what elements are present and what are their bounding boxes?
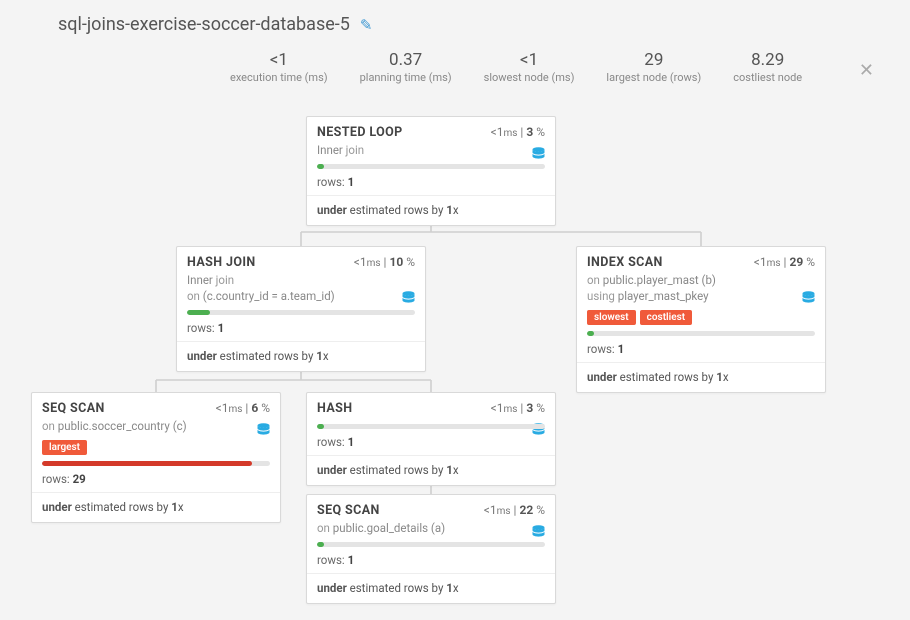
stat-label: planning time (ms)	[360, 71, 452, 84]
stat-value: 0.37	[360, 50, 452, 70]
database-icon	[532, 147, 545, 165]
summary-stats: <1 execution time (ms) 0.37 planning tim…	[230, 50, 802, 84]
plan-node-hash[interactable]: HASH <1ms | 3 % rows: 1 under estimated …	[306, 392, 556, 486]
database-icon	[257, 423, 270, 441]
badge-slowest: slowest	[587, 310, 636, 325]
node-detail: Inner join on (c.country_id = a.team_id)	[177, 270, 425, 310]
node-detail: on public.soccer_country (c)	[32, 416, 280, 440]
estimate-line: under estimated rows by 1x	[307, 574, 555, 603]
stat-plan-time: 0.37 planning time (ms)	[360, 50, 452, 84]
stat-label: costliest node	[733, 71, 802, 84]
node-detail: on public.player_mast (b) using player_m…	[577, 270, 825, 310]
estimate-line: under estimated rows by 1x	[577, 363, 825, 392]
estimate-line: under estimated rows by 1x	[307, 196, 555, 225]
node-timing: <1ms | 29 %	[754, 255, 815, 269]
rows-line: rows: 1	[307, 433, 555, 456]
stat-exec-time: <1 execution time (ms)	[230, 50, 328, 84]
plan-node-seq-scan-goal[interactable]: SEQ SCAN <1ms | 22 % on public.goal_deta…	[306, 494, 556, 604]
node-title: HASH	[317, 401, 352, 416]
estimate-line: under estimated rows by 1x	[177, 342, 425, 371]
rows-line: rows: 1	[307, 551, 555, 574]
plan-node-nested-loop[interactable]: NESTED LOOP <1ms | 3 % Inner join rows: …	[306, 116, 556, 226]
rows-line: rows: 29	[32, 470, 280, 493]
badge-costliest: costliest	[640, 310, 692, 325]
badge-largest: largest	[42, 440, 87, 455]
stat-value: 29	[606, 50, 701, 70]
database-icon	[532, 525, 545, 543]
node-timing: <1ms | 3 %	[491, 125, 545, 139]
stat-label: execution time (ms)	[230, 71, 328, 84]
node-detail: on public.goal_details (a)	[307, 518, 555, 542]
node-title: SEQ SCAN	[42, 401, 105, 416]
stat-largest: 29 largest node (rows)	[606, 50, 701, 84]
stat-value: <1	[230, 50, 328, 70]
plan-node-index-scan[interactable]: INDEX SCAN <1ms | 29 % on public.player_…	[576, 246, 826, 393]
page-title: sql-joins-exercise-soccer-database-5	[58, 14, 350, 35]
node-title: SEQ SCAN	[317, 503, 380, 518]
node-title: INDEX SCAN	[587, 255, 663, 270]
plan-node-hash-join[interactable]: HASH JOIN <1ms | 10 % Inner join on (c.c…	[176, 246, 426, 372]
plan-node-seq-scan-country[interactable]: SEQ SCAN <1ms | 6 % on public.soccer_cou…	[31, 392, 281, 523]
node-timing: <1ms | 22 %	[484, 503, 545, 517]
close-icon[interactable]: ✕	[859, 60, 874, 81]
node-timing: <1ms | 10 %	[354, 255, 415, 269]
stat-value: <1	[484, 50, 575, 70]
node-title: NESTED LOOP	[317, 125, 403, 140]
stat-slowest: <1 slowest node (ms)	[484, 50, 575, 84]
estimate-line: under estimated rows by 1x	[32, 493, 280, 522]
rows-line: rows: 1	[307, 173, 555, 196]
stat-value: 8.29	[733, 50, 802, 70]
stat-label: slowest node (ms)	[484, 71, 575, 84]
stat-costliest: 8.29 costliest node	[733, 50, 802, 84]
node-title: HASH JOIN	[187, 255, 256, 270]
rows-line: rows: 1	[177, 319, 425, 342]
database-icon	[402, 291, 415, 309]
stat-label: largest node (rows)	[606, 71, 701, 84]
node-timing: <1ms | 6 %	[216, 401, 270, 415]
database-icon	[802, 291, 815, 309]
node-timing: <1ms | 3 %	[491, 401, 545, 415]
edit-icon[interactable]: ✎	[360, 16, 373, 34]
node-detail: Inner join	[307, 140, 555, 164]
rows-line: rows: 1	[577, 340, 825, 363]
estimate-line: under estimated rows by 1x	[307, 456, 555, 485]
